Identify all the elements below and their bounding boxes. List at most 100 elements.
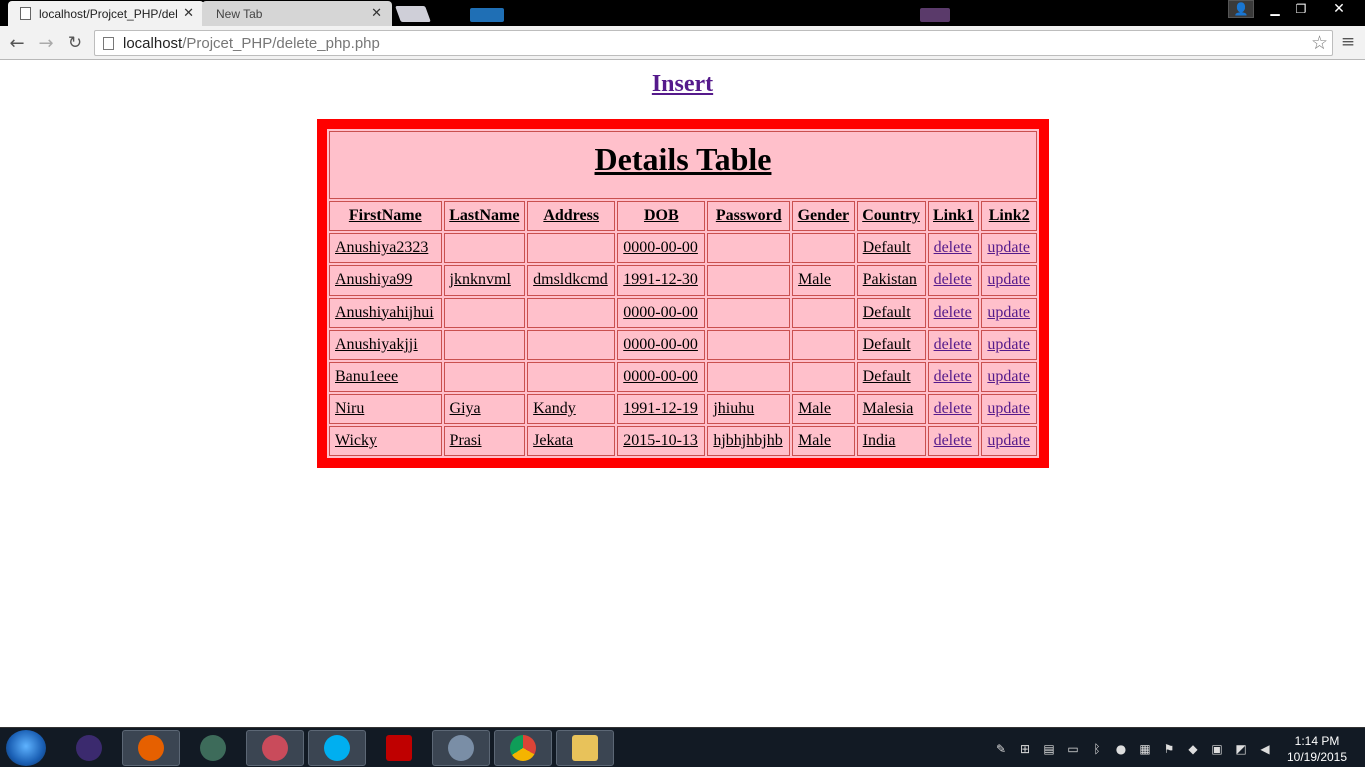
table-row: Anushiya99 jknknvml dmsldkcmd 1991-12-30 Mal… <box>329 265 1037 296</box>
security-tray-icon[interactable]: ▣ <box>1210 742 1224 756</box>
table-cell: Anushiya2323 <box>329 233 442 264</box>
update-link[interactable]: update <box>987 432 1030 449</box>
tab-close-icon[interactable]: ✕ <box>183 5 194 21</box>
back-arrow-icon[interactable]: ← <box>5 31 29 55</box>
update-tray-icon[interactable]: ● <box>1114 742 1128 756</box>
tab-new-tab[interactable]: New Tab ✕ <box>202 1 392 26</box>
insert-link-container: Insert <box>0 71 1365 98</box>
windows-taskbar: ✎ ⊞ ▤ ▭ ᛒ ● ▦ ⚑ ◆ ▣ ◩ ◀ 1:14 PM 10/19/20… <box>0 727 1365 767</box>
taskbar-clock[interactable]: 1:14 PM 10/19/2015 <box>1282 733 1352 765</box>
bluetooth-tray-icon[interactable]: ᛒ <box>1090 742 1104 756</box>
close-window-button[interactable]: ✕ <box>1316 0 1362 18</box>
table-cell: hjbhjhbjhb <box>707 425 791 456</box>
filezilla-app-icon[interactable] <box>370 730 428 766</box>
column-header: Address <box>527 201 616 232</box>
chrome-app-icon[interactable] <box>494 730 552 766</box>
cell-value: Pakistan <box>862 271 917 289</box>
insert-link[interactable]: Insert <box>652 71 713 97</box>
column-header: Gender <box>792 201 855 232</box>
delete-link[interactable]: delete <box>934 368 972 385</box>
skype-app-icon[interactable] <box>308 730 366 766</box>
table-cell <box>707 329 791 360</box>
cell-value: 0000-00-00 <box>623 367 698 385</box>
volume-tray-icon[interactable]: ◀ <box>1258 742 1272 756</box>
connection-tray-icon[interactable]: ◩ <box>1234 742 1248 756</box>
table-cell <box>707 265 791 296</box>
cell-value: 0000-00-00 <box>623 335 698 353</box>
table-cell: Banu1eee <box>329 361 442 392</box>
cell-value: 1991-12-19 <box>623 399 698 417</box>
table-cell: Wicky <box>329 425 442 456</box>
update-link[interactable]: update <box>987 271 1030 288</box>
table-cell <box>707 297 791 328</box>
address-bar[interactable]: localhost/Projcet_PHP/delete_php.php ☆ <box>94 30 1333 56</box>
delete-link[interactable]: delete <box>934 432 972 449</box>
windows-tray-icon[interactable]: ⊞ <box>1018 742 1032 756</box>
file-explorer-app-icon[interactable] <box>556 730 614 766</box>
update-link[interactable]: update <box>987 304 1030 321</box>
table-cell: delete <box>927 265 980 296</box>
delete-link[interactable]: delete <box>934 336 972 353</box>
update-link[interactable]: update <box>987 336 1030 353</box>
table-cell: India <box>856 425 926 456</box>
window-thumbnail <box>920 8 950 22</box>
bookmark-star-icon[interactable]: ☆ <box>1311 32 1328 54</box>
mysql-workbench-app-icon[interactable] <box>184 730 242 766</box>
table-cell: Kandy <box>527 393 616 424</box>
delete-link[interactable]: delete <box>934 304 972 321</box>
cell-value: Giya <box>449 399 481 417</box>
url-path: /Projcet_PHP/delete_php.php <box>182 34 380 52</box>
update-link[interactable]: update <box>987 239 1030 256</box>
pen-tray-icon[interactable]: ✎ <box>994 742 1008 756</box>
network-app-icon[interactable] <box>432 730 490 766</box>
table-cell: Default <box>856 233 926 264</box>
table-cell: 2015-10-13 <box>617 425 706 456</box>
firefox-app-icon[interactable] <box>122 730 180 766</box>
forward-arrow-icon[interactable]: → <box>34 31 58 55</box>
update-link[interactable]: update <box>987 368 1030 385</box>
tab-active[interactable]: localhost/Projcet_PHP/del ✕ <box>8 1 204 26</box>
eclipse-app-icon[interactable] <box>60 730 118 766</box>
network-tray-icon[interactable]: ▭ <box>1066 742 1080 756</box>
table-cell: update <box>981 265 1037 296</box>
table-cell: update <box>981 233 1037 264</box>
chrome-menu-icon[interactable]: ≡ <box>1340 32 1356 52</box>
device-tray-icon[interactable]: ▤ <box>1042 742 1056 756</box>
user-profile-icon[interactable]: 👤 <box>1228 0 1254 18</box>
delete-link[interactable]: delete <box>934 239 972 256</box>
update-link[interactable]: update <box>987 400 1030 417</box>
note-tray-icon[interactable]: ◆ <box>1186 742 1200 756</box>
table-cell: Male <box>792 425 855 456</box>
details-table: Details Table FirstName LastName Address… <box>317 119 1049 468</box>
table-row: Anushiyakjji 0000-00-00 Default delete updat… <box>329 329 1037 360</box>
tab-title: New Tab <box>216 6 263 21</box>
cell-value: 1991-12-30 <box>623 271 698 289</box>
tab-title: localhost/Projcet_PHP/del <box>39 6 178 21</box>
app-tray-icon[interactable]: ▦ <box>1138 742 1152 756</box>
tab-close-icon[interactable]: ✕ <box>371 5 382 21</box>
minimize-button[interactable]: ▁ <box>1262 0 1288 18</box>
new-tab-button[interactable] <box>395 6 431 22</box>
table-cell: jknknvml <box>443 265 526 296</box>
cell-value: Default <box>862 367 911 385</box>
column-header: Link1 <box>927 201 980 232</box>
table-row: Banu1eee 0000-00-00 Default delete update <box>329 361 1037 392</box>
delete-link[interactable]: delete <box>934 400 972 417</box>
table-cell: delete <box>927 329 980 360</box>
cell-value: Anushiyahijhui <box>335 303 434 321</box>
cell-value: Wicky <box>335 431 378 449</box>
table-cell: dmsldkcmd <box>527 265 616 296</box>
delete-link[interactable]: delete <box>934 271 972 288</box>
maximize-button[interactable]: ❐ <box>1288 0 1314 18</box>
table-cell: update <box>981 297 1037 328</box>
table-cell: 1991-12-30 <box>617 265 706 296</box>
table-row: Wicky Prasi Jekata 2015-10-13 hjbhjhbjhb Male… <box>329 425 1037 456</box>
flag-tray-icon[interactable]: ⚑ <box>1162 742 1176 756</box>
table-cell <box>527 297 616 328</box>
table-cell: Default <box>856 297 926 328</box>
start-button[interactable] <box>6 730 46 766</box>
table-cell: update <box>981 361 1037 392</box>
column-header: Password <box>707 201 791 232</box>
paint-app-icon[interactable] <box>246 730 304 766</box>
reload-icon[interactable]: ↻ <box>63 31 87 55</box>
